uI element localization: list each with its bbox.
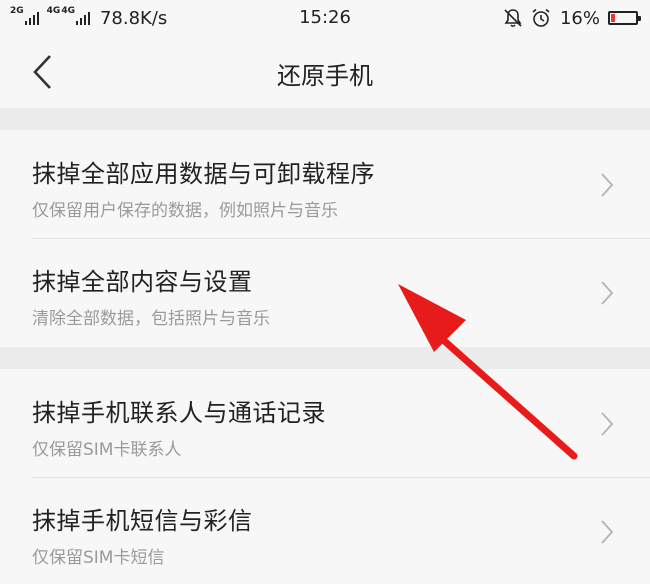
chevron-right-icon [601,281,614,305]
erase-app-data-option[interactable]: 抹掉全部应用数据与可卸载程序 仅保留用户保存的数据，例如照片与音乐 [0,130,650,238]
notification-muted-icon [502,7,524,29]
status-right: 16% [502,5,641,31]
chevron-right-icon [601,520,614,544]
battery-level-fill [611,14,615,22]
status-bar: 2G 4G 4G 78.8K/s 15:26 16% [0,0,650,36]
erase-messages-option[interactable]: 抹掉手机短信与彩信 仅保留SIM卡短信 [0,477,650,584]
option-title: 抹掉手机短信与彩信 [32,507,253,535]
title-bar: 还原手机 [0,36,650,108]
battery-percent: 16% [559,7,600,29]
option-title: 抹掉全部内容与设置 [32,268,253,296]
option-description: 仅保留用户保存的数据，例如照片与音乐 [32,201,338,221]
option-description: 仅保留SIM卡短信 [32,548,165,568]
option-title: 抹掉全部应用数据与可卸载程序 [32,160,375,188]
option-description: 清除全部数据，包括照片与音乐 [32,309,270,329]
section-divider [0,108,650,130]
reset-phone-screen: 2G 4G 4G 78.8K/s 15:26 16% 还原手机 抹掉全部应用数据… [0,0,650,584]
chevron-right-icon [601,173,614,197]
alarm-icon [530,7,552,29]
erase-contacts-option[interactable]: 抹掉手机联系人与通话记录 仅保留SIM卡联系人 [0,369,650,477]
reset-options-group-2: 抹掉手机联系人与通话记录 仅保留SIM卡联系人 抹掉手机短信与彩信 仅保留SIM… [0,369,650,584]
section-divider [0,347,650,369]
chevron-right-icon [601,412,614,436]
option-title: 抹掉手机联系人与通话记录 [32,399,326,427]
erase-all-content-option[interactable]: 抹掉全部内容与设置 清除全部数据，包括照片与音乐 [0,238,650,346]
battery-icon [608,11,641,25]
reset-options-group-1: 抹掉全部应用数据与可卸载程序 仅保留用户保存的数据，例如照片与音乐 抹掉全部内容… [0,130,650,347]
page-title: 还原手机 [277,62,373,90]
option-description: 仅保留SIM卡联系人 [32,440,182,460]
